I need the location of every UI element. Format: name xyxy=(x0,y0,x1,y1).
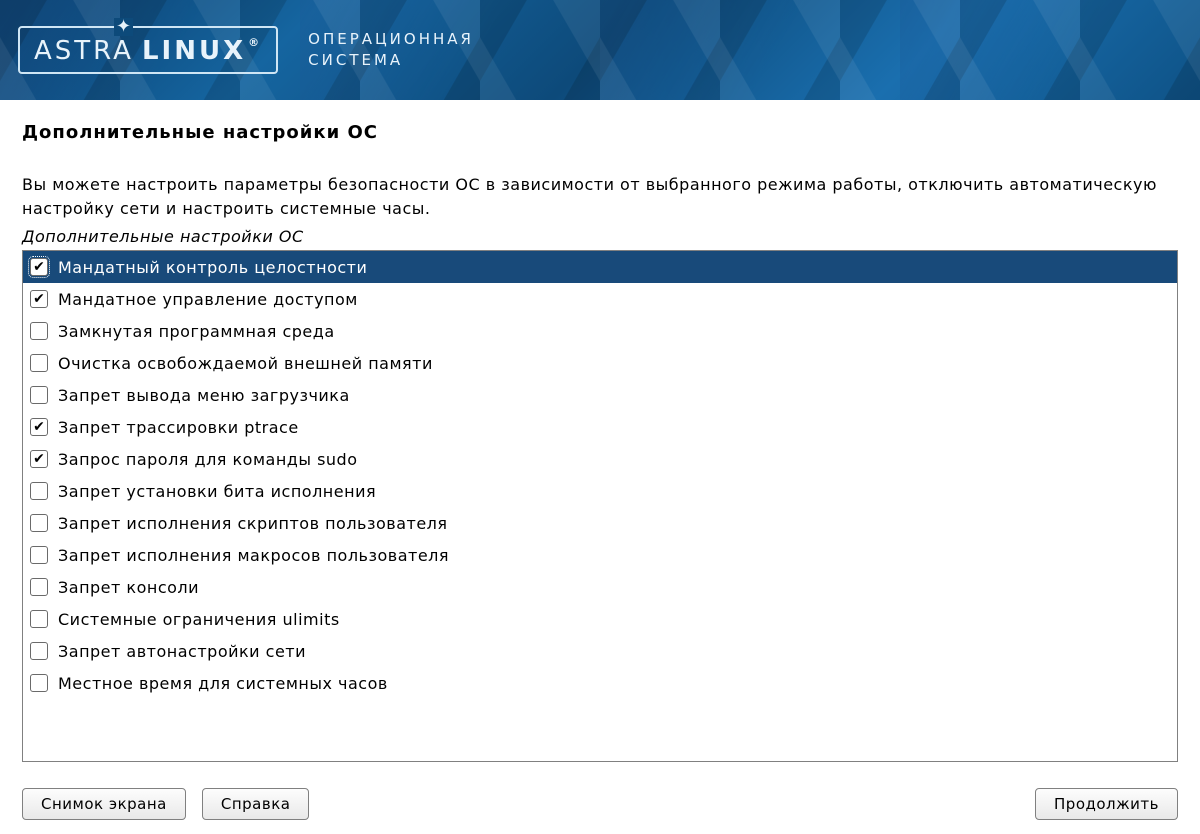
option-checkbox[interactable]: ✔ xyxy=(30,258,48,276)
screenshot-button[interactable]: Снимок экрана xyxy=(22,788,186,820)
option-row[interactable]: Очистка освобождаемой внешней памяти xyxy=(23,347,1177,379)
option-label: Запрет исполнения макросов пользователя xyxy=(58,546,449,565)
option-label: Местное время для системных часов xyxy=(58,674,388,693)
check-icon: ✔ xyxy=(33,260,45,274)
option-row[interactable]: Системные ограничения ulimits xyxy=(23,603,1177,635)
options-caption: Дополнительные настройки ОС xyxy=(22,227,1178,246)
logo-word-1: ASTRA xyxy=(34,36,134,66)
option-checkbox[interactable] xyxy=(30,546,48,564)
help-button[interactable]: Справка xyxy=(202,788,310,820)
option-label: Замкнутая программная среда xyxy=(58,322,335,341)
option-checkbox[interactable] xyxy=(30,610,48,628)
astra-linux-logo: ✦ ASTRA LINUX® xyxy=(18,26,278,74)
option-checkbox[interactable] xyxy=(30,386,48,404)
option-label: Запрет вывода меню загрузчика xyxy=(58,386,350,405)
option-label: Запрет консоли xyxy=(58,578,199,597)
installer-banner: ✦ ASTRA LINUX® ОПЕРАЦИОННАЯ СИСТЕМА xyxy=(0,0,1200,100)
option-label: Запрос пароля для команды sudo xyxy=(58,450,358,469)
option-checkbox[interactable]: ✔ xyxy=(30,450,48,468)
page-title: Дополнительные настройки ОС xyxy=(22,122,1178,143)
option-label: Мандатный контроль целостности xyxy=(58,258,367,277)
option-row[interactable]: Замкнутая программная среда xyxy=(23,315,1177,347)
logo-word-2: LINUX® xyxy=(142,36,262,66)
option-row[interactable]: ✔ Мандатное управление доступом xyxy=(23,283,1177,315)
option-row[interactable]: ✔ Мандатный контроль целостности xyxy=(23,251,1177,283)
continue-button[interactable]: Продолжить xyxy=(1035,788,1178,820)
option-checkbox[interactable]: ✔ xyxy=(30,290,48,308)
option-label: Запрет исполнения скриптов пользователя xyxy=(58,514,448,533)
option-label: Системные ограничения ulimits xyxy=(58,610,340,629)
option-label: Запрет трассировки ptrace xyxy=(58,418,299,437)
option-checkbox[interactable] xyxy=(30,642,48,660)
options-list[interactable]: ✔ Мандатный контроль целостности ✔ Мандатно… xyxy=(22,250,1178,762)
option-row[interactable]: ✔ Запрос пароля для команды sudo xyxy=(23,443,1177,475)
option-checkbox[interactable] xyxy=(30,514,48,532)
banner-subtitle: ОПЕРАЦИОННАЯ СИСТЕМА xyxy=(308,29,474,71)
main-content: Дополнительные настройки ОС Вы можете на… xyxy=(0,100,1200,762)
option-label: Запрет автонастройки сети xyxy=(58,642,306,661)
option-checkbox[interactable] xyxy=(30,482,48,500)
option-row[interactable]: Запрет автонастройки сети xyxy=(23,635,1177,667)
option-row[interactable]: Запрет вывода меню загрузчика xyxy=(23,379,1177,411)
option-label: Очистка освобождаемой внешней памяти xyxy=(58,354,433,373)
option-row[interactable]: Запрет установки бита исполнения xyxy=(23,475,1177,507)
option-row[interactable]: Запрет исполнения скриптов пользователя xyxy=(23,507,1177,539)
star-icon: ✦ xyxy=(114,18,133,36)
option-checkbox[interactable] xyxy=(30,674,48,692)
option-checkbox[interactable] xyxy=(30,322,48,340)
check-icon: ✔ xyxy=(33,452,45,466)
check-icon: ✔ xyxy=(33,292,45,306)
option-row[interactable]: Местное время для системных часов xyxy=(23,667,1177,699)
option-row[interactable]: Запрет исполнения макросов пользователя xyxy=(23,539,1177,571)
check-icon: ✔ xyxy=(33,420,45,434)
option-row[interactable]: Запрет консоли xyxy=(23,571,1177,603)
option-label: Запрет установки бита исполнения xyxy=(58,482,376,501)
option-label: Мандатное управление доступом xyxy=(58,290,358,309)
option-checkbox[interactable] xyxy=(30,354,48,372)
option-checkbox[interactable]: ✔ xyxy=(30,418,48,436)
page-description: Вы можете настроить параметры безопаснос… xyxy=(22,173,1178,221)
option-row[interactable]: ✔ Запрет трассировки ptrace xyxy=(23,411,1177,443)
option-checkbox[interactable] xyxy=(30,578,48,596)
footer-buttons: Снимок экрана Справка Продолжить xyxy=(0,788,1200,820)
